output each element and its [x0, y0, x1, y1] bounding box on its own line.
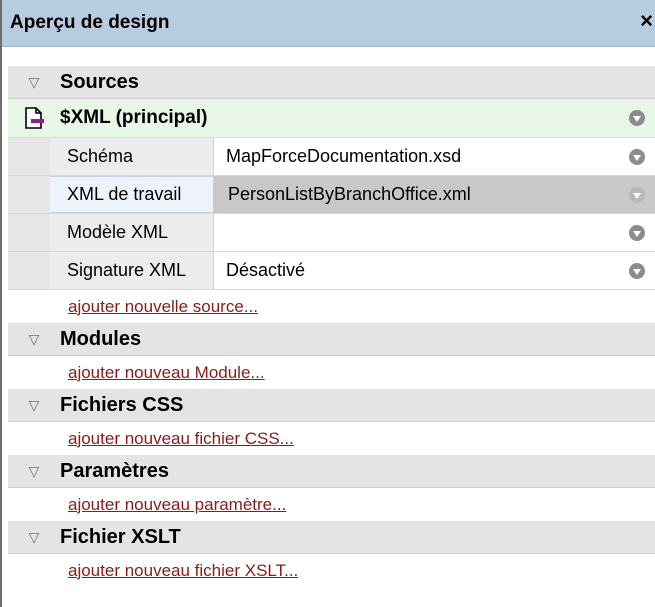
add-module-link[interactable]: ajouter nouveau Module... [68, 363, 265, 383]
add-source-link[interactable]: ajouter nouvelle source... [68, 297, 258, 317]
source-row-xml-principal[interactable]: $XML (principal) [8, 99, 655, 138]
collapse-triangle-icon[interactable]: ▽ [8, 331, 60, 348]
schema-dropdown-icon[interactable] [629, 148, 645, 165]
section-label: Sources [60, 70, 139, 93]
add-xslt-row: ajouter nouveau fichier XSLT... [8, 554, 655, 587]
section-header-css-files[interactable]: ▽ Fichiers CSS [8, 389, 655, 422]
add-xslt-file-link[interactable]: ajouter nouveau fichier XSLT... [68, 561, 298, 581]
source-label: $XML (principal) [60, 107, 208, 128]
add-css-file-link[interactable]: ajouter nouveau fichier CSS... [68, 429, 294, 449]
collapse-triangle-icon[interactable]: ▽ [8, 529, 60, 546]
property-value-xml-signature[interactable]: Désactivé [214, 252, 655, 289]
collapse-triangle-icon[interactable]: ▽ [8, 74, 60, 91]
section-header-modules[interactable]: ▽ Modules [8, 323, 655, 356]
section-header-sources[interactable]: ▽ Sources [8, 66, 655, 99]
property-row-xml-template: Modèle XML [8, 214, 655, 252]
property-row-xml-signature: Signature XML Désactivé [8, 252, 655, 290]
property-value-xml-template[interactable] [214, 214, 655, 251]
panel-title: Aperçu de design [10, 12, 170, 33]
add-css-row: ajouter nouveau fichier CSS... [8, 422, 655, 455]
section-label: Paramètres [60, 459, 169, 482]
working-xml-dropdown-icon[interactable] [629, 186, 645, 203]
property-value-working-xml[interactable]: PersonListByBranchOffice.xml [214, 176, 655, 213]
section-label: Modules [60, 327, 142, 350]
section-header-xslt-file[interactable]: ▽ Fichier XSLT [8, 521, 655, 554]
property-row-working-xml: XML de travail PersonListByBranchOffice.… [8, 176, 655, 214]
section-label: Fichiers CSS [60, 393, 184, 416]
xml-document-icon [8, 106, 60, 130]
add-module-row: ajouter nouveau Module... [8, 356, 655, 389]
design-overview-panel: Aperçu de design × ▽ Sources $XML (princ… [0, 0, 655, 607]
section-header-parameters[interactable]: ▽ Paramètres [8, 455, 655, 488]
collapse-triangle-icon[interactable]: ▽ [8, 397, 60, 414]
property-key: Signature XML [50, 252, 214, 289]
add-parameter-link[interactable]: ajouter nouveau paramètre... [68, 495, 286, 515]
panel-content: ▽ Sources $XML (principal) Schéma MapFor… [8, 66, 655, 587]
add-source-row: ajouter nouvelle source... [8, 290, 655, 323]
property-value-schema[interactable]: MapForceDocumentation.xsd [214, 138, 655, 175]
collapse-triangle-icon[interactable]: ▽ [8, 463, 60, 480]
xml-signature-dropdown-icon[interactable] [629, 262, 645, 279]
section-label: Fichier XSLT [60, 525, 181, 548]
xml-template-dropdown-icon[interactable] [629, 224, 645, 241]
panel-titlebar: Aperçu de design × [2, 0, 655, 47]
add-parameter-row: ajouter nouveau paramètre... [8, 488, 655, 521]
source-dropdown-icon[interactable] [629, 110, 645, 126]
property-key: Modèle XML [50, 214, 214, 251]
property-row-schema: Schéma MapForceDocumentation.xsd [8, 138, 655, 176]
property-key: XML de travail [50, 176, 214, 213]
property-key: Schéma [50, 138, 214, 175]
close-icon[interactable]: × [640, 9, 653, 33]
